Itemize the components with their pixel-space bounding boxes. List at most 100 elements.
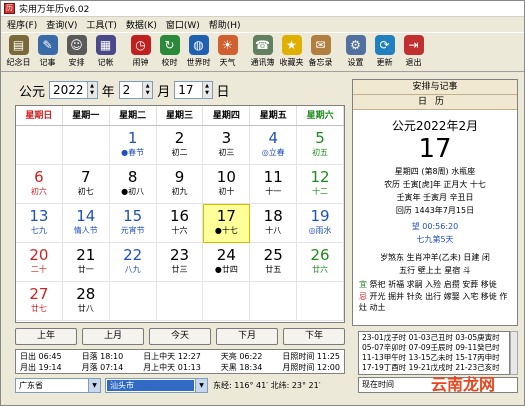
day-cell[interactable]: 27 廿七 (16, 282, 63, 321)
coordinates: 东经: 116° 41′ 北纬: 23° 21′ (213, 380, 321, 390)
day-number: 17 (216, 207, 236, 225)
lunar-label: ◎雨水 (308, 226, 332, 235)
chevron-down-icon[interactable]: ▼ (88, 378, 100, 392)
toolbar-button[interactable]: ✎ 记事 (33, 33, 62, 71)
toolbar-button[interactable]: ▦ 记帐 (91, 33, 120, 71)
province-select[interactable]: 广东省 ▼ (15, 377, 101, 393)
weekday-header: 星期日 星期一 星期二 星期三 星期四 星期五 星期六 (16, 106, 345, 126)
chevron-down-icon[interactable]: ▼ (195, 378, 207, 392)
lunar-label: 八九 (124, 265, 141, 274)
day-cell[interactable]: 16 十六 (156, 204, 204, 243)
day-cell[interactable]: 10 初十 (203, 165, 251, 204)
day-cell[interactable]: 14 情人节 (62, 204, 110, 243)
day-cell[interactable]: 23 廿三 (156, 243, 204, 282)
toolbar-button[interactable]: ⚙ 设置 (341, 33, 370, 71)
weekday-label: 星期一 (63, 106, 110, 125)
day-number: 10 (216, 168, 236, 186)
day-cell[interactable]: 17 ●十七 (203, 204, 251, 243)
toolbar-button[interactable]: ☀ 天气 (213, 33, 242, 71)
nav-button[interactable]: 今天 (149, 328, 211, 345)
city-select[interactable]: 汕头市 ▼ (105, 377, 208, 393)
day-cell[interactable]: 13 七九 (16, 204, 63, 243)
person-schedule-icon: ☺ (66, 35, 87, 55)
calendar-tab[interactable]: 日历 (353, 95, 517, 110)
toolbar-button[interactable]: ☎ 通讯簿 (248, 33, 277, 71)
menu-item[interactable]: 帮助(H) (209, 18, 241, 31)
detail-year-month: 公元2022年2月 (391, 119, 479, 133)
nav-button[interactable]: 上月 (82, 328, 144, 345)
day-cell[interactable]: 6 初六 (16, 165, 63, 204)
weekday-label: 星期三 (157, 106, 204, 125)
app-calendar-icon: 历 (4, 3, 15, 14)
clock-sync-icon: ↻ (159, 35, 180, 55)
day-spinner[interactable]: 17 ▲ ▼ (174, 81, 213, 99)
nav-button[interactable]: 上年 (15, 328, 77, 345)
lunar-label: 二十 (30, 265, 47, 274)
spinner-arrows-icon[interactable]: ▲ ▼ (201, 82, 212, 98)
menu-item[interactable]: 工具(T) (86, 18, 117, 31)
weekday-label: 星期五 (250, 106, 298, 125)
day-cell[interactable]: 4 ◎立春 (250, 126, 298, 165)
menu-item[interactable]: 查询(V) (46, 18, 77, 31)
toolbar-button[interactable]: ▤ 纪念日 (4, 33, 33, 71)
day-cell[interactable]: 25 廿五 (250, 243, 298, 282)
year-unit: 年 (101, 84, 115, 100)
toolbar-button-label: 安排 (68, 58, 85, 67)
toolbar-button[interactable]: ✉ 备忘录 (306, 33, 335, 71)
day-number: 8 (127, 168, 138, 186)
sun-moon-value: 月落 07:14 (81, 363, 124, 372)
menu-item[interactable]: 窗口(W) (166, 18, 200, 31)
day-cell[interactable]: 18 十八 (250, 204, 298, 243)
toolbar-button[interactable]: ↻ 校时 (155, 33, 184, 71)
lunar-label: 元宵节 (120, 226, 145, 235)
exit-icon: ⇥ (403, 35, 424, 55)
toolbar-button-label: 通讯簿 (250, 58, 275, 67)
lunar-label: 廿六 (312, 265, 329, 274)
day-cell[interactable]: 8 ●初八 (109, 165, 157, 204)
day-cell[interactable]: 19 ◎雨水 (297, 204, 344, 243)
schedule-tab[interactable]: 安排与记事 (353, 80, 517, 95)
day-number: 5 (315, 129, 325, 147)
lunar-label: ●春节 (121, 148, 145, 157)
menu-item[interactable]: 数据(K) (126, 18, 157, 31)
day-cell[interactable]: 28 廿八 (62, 282, 110, 321)
day-cell[interactable]: 20 二十 (16, 243, 63, 282)
day-cell[interactable]: 24 ●廿四 (203, 243, 251, 282)
lunar-label: 初三 (218, 148, 235, 157)
day-cell[interactable]: 1 ●春节 (109, 126, 157, 165)
toolbar-button[interactable]: ◍ 世界时 (184, 33, 213, 71)
day-cell[interactable]: 15 元宵节 (109, 204, 157, 243)
nav-button[interactable]: 下年 (283, 328, 345, 345)
lunar-label: 十六 (171, 226, 188, 235)
day-cell[interactable]: 5 初五 (297, 126, 344, 165)
toolbar-button[interactable]: ★ 收藏夹 (277, 33, 306, 71)
hour-table-scrollbar[interactable] (510, 331, 518, 375)
toolbar-button[interactable]: ◷ 闹钟 (126, 33, 155, 71)
day-number: 1 (127, 129, 138, 147)
day-cell[interactable]: 11 十一 (250, 165, 298, 204)
month-spinner[interactable]: 2 ▲ ▼ (118, 81, 154, 99)
day-cell[interactable]: 12 十二 (297, 165, 344, 204)
day-cell[interactable]: 26 廿六 (297, 243, 344, 282)
day-cell[interactable]: 22 八九 (109, 243, 157, 282)
day-number: 23 (169, 246, 190, 264)
day-cell[interactable]: 3 初三 (203, 126, 251, 165)
year-spinner[interactable]: 2022 ▲ ▼ (49, 81, 98, 99)
day-cell[interactable]: 7 初七 (62, 165, 110, 204)
toolbar-button[interactable]: ⟳ 更新 (370, 33, 399, 71)
day-detail-panel: 安排与记事 日历 公元2022年2月 17 星期四 (第8周) 水瓶座 农历 壬… (352, 79, 518, 326)
spinner-arrows-icon[interactable]: ▲ ▼ (142, 82, 153, 98)
lunar-label: 初二 (171, 148, 188, 157)
ledger-icon: ▦ (95, 35, 116, 55)
detail-ji: 忌 开光 掘井 针灸 出行 嫁娶 入宅 移徙 作灶 动土 (359, 292, 508, 312)
hour-row: 23-01戊子时 01-03己丑时 03-05庚寅时 (362, 333, 500, 342)
day-cell[interactable]: 2 初二 (156, 126, 204, 165)
lunar-label: 十一 (265, 187, 282, 196)
day-cell[interactable]: 9 初九 (156, 165, 204, 204)
spinner-arrows-icon[interactable]: ▲ ▼ (86, 82, 97, 98)
day-cell[interactable]: 21 廿一 (62, 243, 110, 282)
toolbar-button[interactable]: ☺ 安排 (62, 33, 91, 71)
toolbar-button[interactable]: ⇥ 退出 (399, 33, 428, 71)
nav-button[interactable]: 下月 (216, 328, 278, 345)
menu-item[interactable]: 程序(F) (7, 18, 37, 31)
